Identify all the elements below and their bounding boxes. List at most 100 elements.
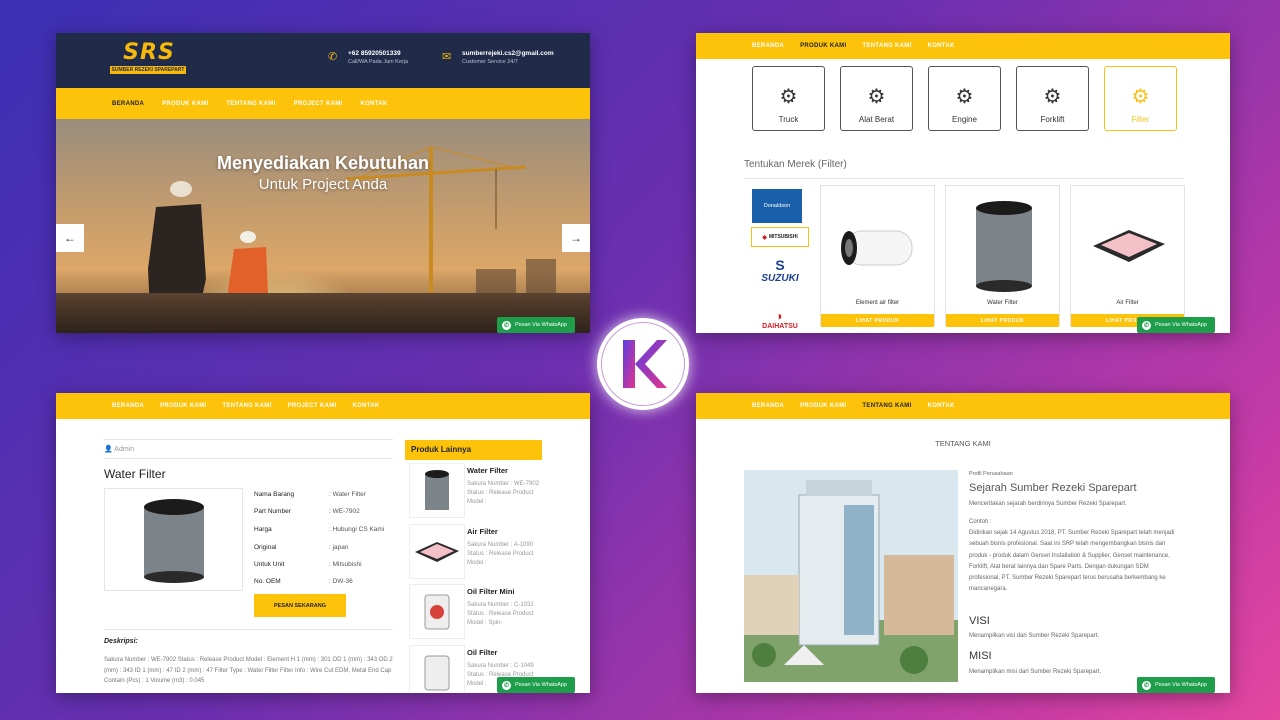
- spec-value: : Hubungi CS Kami: [329, 526, 385, 533]
- view-product-button[interactable]: LIHAT PRODUK: [821, 314, 934, 327]
- top-header: S R S SUMBER REZEKI SPAREPART ✆ +62 8592…: [56, 33, 590, 88]
- phone-icon: ✆: [328, 51, 338, 63]
- other-product-item[interactable]: Oil Filter Mini Sakura Number : C-1032 S…: [409, 584, 544, 641]
- brand-donaldson[interactable]: Donaldson: [752, 189, 802, 223]
- whatsapp-label: Pesan Via WhatsApp: [515, 682, 567, 688]
- slider-prev-button[interactable]: ←: [56, 224, 84, 252]
- nav-produk[interactable]: PRODUK KAMI: [160, 403, 206, 409]
- category-label: Forklift: [1040, 115, 1065, 124]
- filter-icon: ⚙: [1131, 86, 1150, 108]
- other-product-item[interactable]: Water Filter Sakura Number : WE-7902 Sta…: [409, 463, 544, 520]
- other-product-item[interactable]: Air Filter Sakura Number : A-1090 Status…: [409, 524, 544, 581]
- nav-tentang[interactable]: TENTANG KAMI: [226, 101, 275, 107]
- product-name: Water Filter: [467, 466, 508, 475]
- building-image: [744, 470, 958, 682]
- whatsapp-button[interactable]: ✆ Pesan Via WhatsApp: [497, 677, 575, 693]
- product-snippet: Sakura Number : WE-7902 Status : Release…: [467, 481, 540, 505]
- order-now-button[interactable]: PESAN SEKARANG: [254, 594, 346, 617]
- example-label: Contoh :: [969, 519, 992, 525]
- spec-label: Part Number: [254, 508, 291, 515]
- product-snippet: Sakura Number : A-1090 Status : Release …: [467, 542, 534, 566]
- spec-value: : Mitsubishi: [329, 561, 362, 568]
- nav-beranda[interactable]: BERANDA: [112, 403, 144, 409]
- nav-tentang[interactable]: TENTANG KAMI: [222, 403, 271, 409]
- author-name: Admin: [114, 446, 135, 453]
- category-filter[interactable]: ⚙ Filter: [1104, 66, 1177, 131]
- products-screenshot: BERANDA PRODUK KAMI TENTANG KAMI KONTAK …: [696, 33, 1230, 333]
- oil-filter-image: [424, 594, 450, 629]
- office-building-illustration: [744, 470, 958, 682]
- main-nav: BERANDA PRODUK KAMI TENTANG KAMI KONTAK: [696, 33, 1230, 59]
- nav-kontak[interactable]: KONTAK: [361, 101, 388, 107]
- about-screenshot: BERANDA PRODUK KAMI TENTANG KAMI KONTAK …: [696, 393, 1230, 693]
- site-logo[interactable]: S R S SUMBER REZEKI SPAREPART: [110, 41, 186, 74]
- nav-beranda[interactable]: BERANDA: [112, 101, 144, 107]
- product-card[interactable]: Air Filter LIHAT PRODUK: [1070, 185, 1185, 327]
- nav-produk[interactable]: PRODUK KAMI: [800, 403, 846, 409]
- nav-produk[interactable]: PRODUK KAMI: [162, 101, 208, 107]
- mail-icon: ✉: [442, 51, 452, 63]
- category-forklift[interactable]: ⚙ Forklift: [1016, 66, 1089, 131]
- nav-kontak[interactable]: KONTAK: [353, 403, 380, 409]
- whatsapp-button[interactable]: ✆ Pesan Via WhatsApp: [1137, 317, 1215, 333]
- spec-value: : DW-36: [329, 578, 353, 585]
- whatsapp-button[interactable]: ✆ Pesan Via WhatsApp: [497, 317, 575, 333]
- product-card[interactable]: Water Filter LIHAT PRODUK: [945, 185, 1060, 327]
- whatsapp-button[interactable]: ✆ Pesan Via WhatsApp: [1137, 677, 1215, 693]
- brand-mitsubishi[interactable]: ◆ MITSUBISHI: [751, 227, 809, 247]
- spec-value: : japan: [329, 544, 349, 551]
- category-engine[interactable]: ⚙ Engine: [928, 66, 1001, 131]
- phone-number: +62 85920501339: [348, 50, 401, 57]
- view-product-button[interactable]: LIHAT PRODUK: [946, 314, 1059, 327]
- nav-beranda[interactable]: BERANDA: [752, 403, 784, 409]
- category-truck[interactable]: ⚙ Truck: [752, 66, 825, 131]
- spec-value: : WE-7902: [329, 508, 360, 515]
- brand-daihatsu[interactable]: ◗ DAIHATSU: [751, 305, 809, 333]
- other-products-heading: Produk Lainnya: [405, 440, 542, 460]
- product-detail-screenshot: BERANDA PRODUK KAMI TENTANG KAMI PROJECT…: [56, 393, 590, 693]
- product-name: Water Filter: [987, 300, 1018, 306]
- hero-slider: Menyediakan Kebutuhan Untuk Project Anda…: [56, 119, 590, 333]
- whatsapp-icon: ✆: [502, 680, 511, 690]
- nav-tentang[interactable]: TENTANG KAMI: [862, 43, 911, 49]
- spec-value: : Water Filter: [329, 491, 366, 498]
- phone-note: Call/WA Pada Jam Kerja: [348, 59, 409, 65]
- product-thumbnail: [409, 524, 465, 579]
- product-card[interactable]: Element air filter LIHAT PRODUK: [820, 185, 935, 327]
- water-filter-image: [143, 498, 204, 583]
- product-name: Element air filter: [855, 300, 900, 306]
- product-name: Oil Filter Mini: [467, 587, 515, 596]
- category-alat-berat[interactable]: ⚙ Alat Berat: [840, 66, 913, 131]
- brand-suzuki[interactable]: S SUZUKI: [751, 251, 809, 289]
- product-snippet: Sakura Number : C-1032 Status : Release …: [467, 602, 534, 626]
- whatsapp-label: Pesan Via WhatsApp: [1155, 682, 1207, 688]
- nav-project[interactable]: PROJECT KAMI: [288, 403, 337, 409]
- nav-tentang[interactable]: TENTANG KAMI: [862, 403, 911, 409]
- main-nav: BERANDA PRODUK KAMI TENTANG KAMI PROJECT…: [56, 393, 590, 419]
- nav-kontak[interactable]: KONTAK: [928, 403, 955, 409]
- misi-heading: MISI: [969, 650, 992, 662]
- logo-letter: R: [140, 40, 157, 65]
- user-icon: 👤: [104, 446, 113, 453]
- engine-icon: ⚙: [955, 86, 974, 108]
- nav-kontak[interactable]: KONTAK: [928, 43, 955, 49]
- whatsapp-label: Pesan Via WhatsApp: [515, 322, 567, 328]
- email-address: sumberrejeki.cs2@gmail.com: [462, 50, 554, 57]
- homepage-screenshot: S R S SUMBER REZEKI SPAREPART ✆ +62 8592…: [56, 33, 590, 333]
- arrow-left-icon: ←: [64, 231, 76, 245]
- spec-label: No. OEM: [254, 578, 281, 585]
- email-contact[interactable]: ✉ sumberrejeki.cs2@gmail.com Customer Se…: [442, 50, 554, 65]
- whatsapp-icon: ✆: [1142, 320, 1151, 330]
- description-heading: Deskripsi:: [104, 638, 138, 645]
- category-label: Alat Berat: [858, 115, 895, 124]
- daihatsu-d-icon: ◗: [776, 308, 784, 323]
- phone-contact[interactable]: ✆ +62 85920501339 Call/WA Pada Jam Kerja: [328, 50, 408, 65]
- logo-letter: S: [123, 40, 139, 65]
- slider-next-button[interactable]: →: [562, 224, 590, 252]
- product-name: Air Filter: [1116, 300, 1139, 306]
- product-name: Air Filter: [467, 527, 498, 536]
- nav-project[interactable]: PROJECT KAMI: [294, 101, 343, 107]
- nav-produk[interactable]: PRODUK KAMI: [800, 43, 846, 49]
- water-filter-image: [976, 201, 1032, 292]
- nav-beranda[interactable]: BERANDA: [752, 43, 784, 49]
